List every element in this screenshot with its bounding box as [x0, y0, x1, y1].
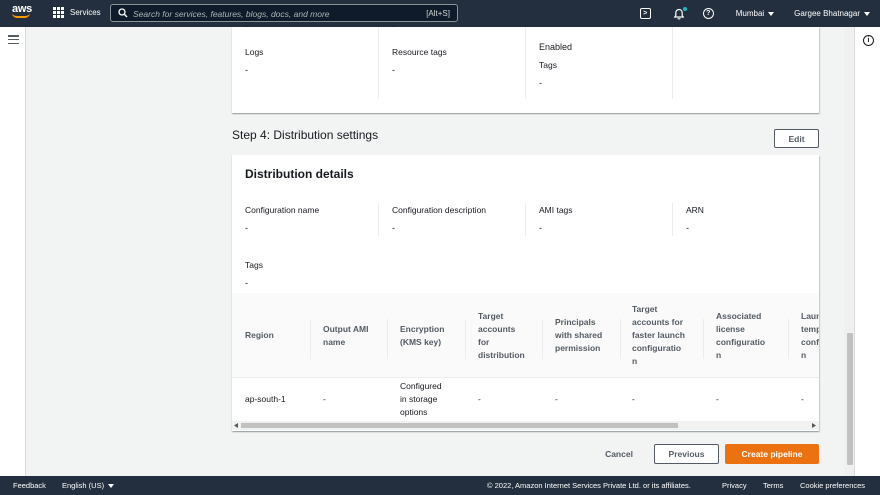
edit-button[interactable]: Edit: [774, 129, 819, 148]
services-menu-button[interactable]: Services: [53, 7, 101, 18]
account-menu[interactable]: Gargee Bhatnagar: [794, 9, 870, 18]
cell-target-accounts: -: [478, 394, 481, 404]
services-label: Services: [70, 8, 101, 17]
logs-field: Logs -: [245, 47, 263, 75]
cell-license: -: [716, 394, 719, 404]
column-header-launch-template[interactable]: Laun temp conf n: [801, 293, 819, 378]
enabled-value: Enabled: [539, 42, 573, 52]
chevron-down-icon: [768, 11, 775, 16]
distribution-tags-label: Tags: [245, 260, 263, 270]
resource-tags-label: Resource tags: [392, 47, 447, 57]
left-rail: [0, 27, 26, 476]
copyright-text: © 2022, Amazon Internet Services Private…: [487, 481, 691, 490]
grid-icon: [53, 7, 64, 18]
configuration-name-field: Configuration name -: [245, 205, 319, 233]
console-footer: Feedback English (US) © 2022, Amazon Int…: [0, 476, 880, 495]
search-shortcut: [Alt+S]: [426, 9, 450, 18]
resource-tags-field: Resource tags -: [392, 47, 447, 75]
aws-logo-text: aws: [12, 3, 32, 15]
info-icon[interactable]: i: [863, 35, 874, 46]
column-header-output-ami-name[interactable]: Output AMI name: [323, 293, 383, 378]
configuration-description-label: Configuration description: [392, 205, 487, 215]
ami-tags-label: AMI tags: [539, 205, 573, 215]
table-scrollbar-thumb[interactable]: [241, 423, 678, 428]
scroll-left-arrow-icon[interactable]: [234, 423, 239, 428]
search-icon: [118, 8, 128, 18]
language-selector[interactable]: English (US): [62, 481, 115, 490]
arn-label: ARN: [686, 205, 704, 215]
distribution-details-heading: Distribution details: [245, 167, 354, 181]
column-header-faster-launch[interactable]: Target accounts for faster launch configura…: [632, 293, 702, 378]
top-field-dash-2: -: [392, 21, 395, 31]
help-icon[interactable]: ?: [702, 8, 714, 19]
region-selector[interactable]: Mumbai: [735, 9, 775, 18]
cookie-preferences-link[interactable]: Cookie preferences: [800, 481, 865, 490]
region-label: Mumbai: [735, 9, 765, 18]
tags-field: Tags -: [539, 60, 557, 88]
column-header-region[interactable]: Region: [245, 293, 305, 378]
cell-faster-launch: -: [632, 394, 635, 404]
cell-principals: -: [555, 394, 558, 404]
top-navigation-bar: aws Services Search for services, featur…: [0, 0, 880, 27]
arn-field: ARN -: [686, 205, 704, 233]
column-header-target-accounts[interactable]: Target accounts for distribution: [478, 293, 538, 378]
page-scrollbar-thumb[interactable]: [847, 333, 853, 465]
step-4-title: Step 4: Distribution settings: [232, 128, 379, 142]
search-placeholder: Search for services, features, blogs, do…: [133, 9, 330, 19]
aws-logo[interactable]: aws: [12, 4, 34, 22]
feedback-link[interactable]: Feedback: [13, 481, 46, 490]
column-header-principals[interactable]: Principals with shared permission: [555, 293, 617, 378]
notifications-bell-icon[interactable]: [673, 6, 687, 20]
arn-value: -: [686, 223, 689, 233]
ami-tags-value: -: [539, 223, 542, 233]
workflow-settings-card: - - Logs - Resource tags - Enabled Tags …: [232, 21, 819, 113]
terms-link[interactable]: Terms: [763, 481, 783, 490]
cell-region: ap-south-1: [245, 394, 286, 404]
chevron-down-icon: [108, 484, 115, 489]
configuration-name-value: -: [245, 223, 248, 233]
previous-button[interactable]: Previous: [654, 444, 719, 464]
tags-value: -: [539, 78, 542, 88]
language-label: English (US): [62, 481, 105, 490]
cancel-button[interactable]: Cancel: [596, 444, 642, 464]
search-input[interactable]: Search for services, features, blogs, do…: [110, 4, 458, 22]
nav-right-group: > ? Mumbai Gargee Bhatnagar: [639, 0, 870, 27]
configuration-description-value: -: [392, 223, 395, 233]
notification-dot: [682, 6, 687, 11]
menu-icon[interactable]: [8, 35, 19, 44]
column-header-encryption[interactable]: Encryption (KMS key): [400, 293, 460, 378]
resource-tags-value: -: [392, 65, 395, 75]
configuration-description-field: Configuration description -: [392, 205, 486, 233]
distribution-tags-value: -: [245, 278, 248, 288]
scroll-right-arrow-icon[interactable]: [812, 423, 817, 428]
logs-value: -: [245, 65, 248, 75]
ami-tags-field: AMI tags -: [539, 205, 573, 233]
logs-label: Logs: [245, 47, 264, 57]
cell-launch-template: -: [801, 394, 804, 404]
create-pipeline-button[interactable]: Create pipeline: [725, 444, 819, 464]
account-name: Gargee Bhatnagar: [794, 9, 860, 18]
configuration-name-label: Configuration name: [245, 205, 320, 215]
cell-encryption: Configured in storage options: [400, 381, 442, 417]
chevron-down-icon: [864, 11, 870, 16]
top-field-dash: -: [245, 21, 248, 31]
cloudshell-icon[interactable]: >: [639, 8, 651, 19]
column-header-license[interactable]: Associated license configuratio n: [716, 293, 786, 378]
distribution-tags-field: Tags -: [245, 260, 263, 288]
enabled-field: Enabled: [539, 34, 572, 52]
right-rail: i: [854, 27, 880, 476]
tags-label: Tags: [539, 60, 557, 70]
privacy-link[interactable]: Privacy: [722, 481, 747, 490]
cell-output-ami: -: [323, 394, 326, 404]
